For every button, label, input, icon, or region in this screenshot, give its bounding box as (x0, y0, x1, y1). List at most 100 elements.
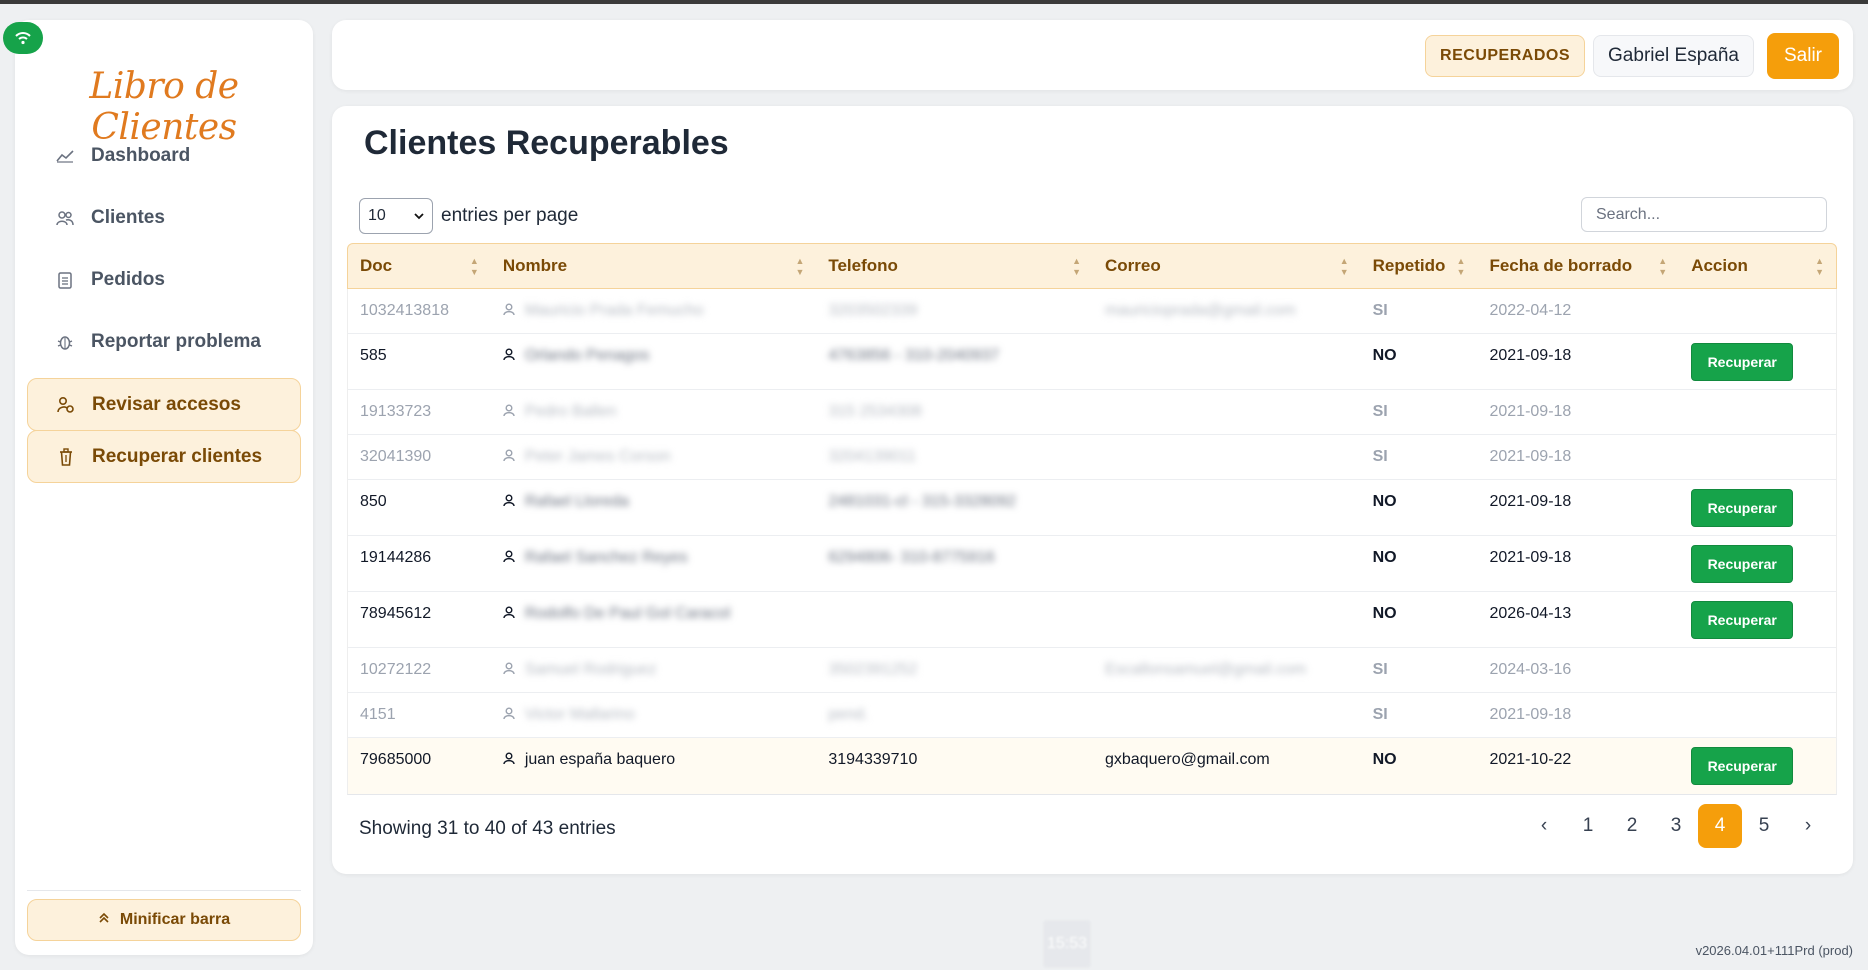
table-body: 1032413818 Mauricio Prada Femucho 32035023… (347, 289, 1837, 795)
cell-doc: 32041390 (360, 448, 432, 465)
main-card: Clientes Recuperables 10 entries per pag… (332, 106, 1853, 874)
recuperar-button[interactable]: Recuperar (1691, 747, 1794, 785)
sidebar-item-dashboard[interactable]: Dashboard (27, 130, 301, 182)
cell-fecha-borrado: 2021-09-18 (1489, 493, 1572, 510)
cell-correo (1093, 390, 1361, 434)
user-menu-button[interactable]: Gabriel España (1593, 35, 1754, 77)
clipboard-icon (55, 270, 75, 290)
cell-telefono-text: pend. (828, 706, 869, 723)
recuperar-button[interactable]: Recuperar (1691, 601, 1794, 639)
cell-nombre: Rafael Sanchez Reyes (491, 536, 817, 591)
table-header: Doc ▲ ▼ Nombre ▲ ▼ Telefono ▲ ▼ Correo ▲ ▼ Repet… (347, 243, 1837, 289)
cell-repetido: SI (1372, 661, 1388, 678)
user-key-icon (56, 395, 76, 415)
cell-correo (1093, 334, 1361, 389)
column-header-doc[interactable]: Doc ▲ ▼ (348, 244, 491, 288)
entries-per-page-select[interactable]: 10 (359, 198, 433, 234)
minify-sidebar-label: Minificar barra (119, 911, 231, 928)
clients-table: Doc ▲ ▼ Nombre ▲ ▼ Telefono ▲ ▼ Correo ▲ ▼ Repet… (347, 243, 1837, 795)
cell-repetido: NO (1372, 493, 1397, 510)
pagination-page-1[interactable]: 1 (1566, 804, 1610, 848)
cell-nombre-text: Rodolfo De Paul Gol Caracol (524, 605, 731, 622)
pagination-page-3[interactable]: 3 (1654, 804, 1698, 848)
person-icon (503, 449, 517, 463)
cell-telefono-text: 3194339710 (828, 751, 918, 768)
column-header-correo[interactable]: Correo ▲ ▼ (1093, 244, 1361, 288)
sidebar-item-label: Clientes (91, 207, 165, 228)
cell-fecha-borrado: 2024-03-16 (1489, 661, 1572, 678)
column-header-repetido[interactable]: Repetido ▲ ▼ (1361, 244, 1478, 288)
pagination-prev[interactable]: ‹ (1522, 804, 1566, 848)
cell-correo: Escallonsamuel@gmail.com (1093, 648, 1361, 692)
sort-icon: ▲ ▼ (1815, 256, 1824, 277)
cell-telefono: 3502391252 (816, 648, 1093, 692)
cell-nombre: Victor Mallarino (491, 693, 817, 737)
cell-telefono: 315 2534308 (816, 390, 1093, 434)
top-header: RECUPERADOS Gabriel España Salir (332, 20, 1853, 90)
sort-icon: ▲ ▼ (1339, 256, 1349, 277)
cell-telefono: 3203502339 (816, 289, 1093, 333)
cell-telefono-text: 3203502339 (828, 302, 918, 319)
recuperar-button[interactable]: Recuperar (1691, 489, 1794, 527)
cell-correo (1093, 480, 1361, 535)
column-header-accion[interactable]: Accion ▲ ▼ (1679, 244, 1836, 288)
pagination-page-5[interactable]: 5 (1742, 804, 1786, 848)
logout-button[interactable]: Salir (1767, 33, 1839, 79)
entries-per-page-label: entries per page (441, 205, 579, 226)
cell-fecha-borrado: 2026-04-13 (1489, 605, 1572, 622)
search-input[interactable]: Search... (1581, 197, 1827, 232)
cell-repetido: NO (1372, 605, 1397, 622)
cell-accion (1679, 648, 1836, 692)
sidebar-item-recuperar-clientes[interactable]: Recuperar clientes (27, 430, 301, 483)
pagination-next[interactable]: › (1786, 804, 1830, 848)
pagination-page-4[interactable]: 4 (1698, 804, 1742, 848)
sidebar-item-pedidos[interactable]: Pedidos (27, 254, 301, 306)
cell-doc: 1032413818 (360, 302, 449, 319)
cell-nombre: Orlando Penagos (491, 334, 817, 389)
person-icon (503, 752, 517, 766)
sidebar-item-label: Pedidos (91, 269, 165, 290)
cell-nombre: Peter James Corson (491, 435, 817, 479)
cell-fecha-borrado: 2021-10-22 (1489, 751, 1572, 768)
cell-nombre-text: Peter James Corson (524, 448, 671, 465)
cell-telefono-text: 4763856 - 310-2040937 (828, 347, 1000, 364)
table-row: 1032413818 Mauricio Prada Femucho 32035023… (348, 289, 1836, 334)
person-icon (503, 348, 517, 362)
entries-select-value: 10 (368, 207, 386, 224)
cell-correo (1093, 435, 1361, 479)
recuperar-button[interactable]: Recuperar (1691, 545, 1794, 583)
cell-fecha-borrado: 2021-09-18 (1489, 706, 1572, 723)
cell-accion (1679, 693, 1836, 737)
cell-fecha-borrado: 2021-09-18 (1489, 403, 1572, 420)
cell-doc: 4151 (360, 706, 396, 723)
window-top-border (0, 0, 1868, 4)
table-row: 19133723 Pedro Ballen 315 2534308 SI 2021-09… (348, 390, 1836, 435)
cell-nombre: juan españa baquero (491, 738, 817, 794)
wifi-status-icon (3, 22, 43, 54)
showing-entries-info: Showing 31 to 40 of 43 entries (359, 818, 616, 839)
cell-telefono (816, 592, 1093, 647)
person-icon (503, 303, 517, 317)
minify-sidebar-button[interactable]: Minificar barra (27, 899, 301, 941)
table-row: 79685000 juan españa baquero 3194339710 gxb… (348, 738, 1836, 794)
column-header-telefono[interactable]: Telefono ▲ ▼ (816, 244, 1093, 288)
pagination-page-2[interactable]: 2 (1610, 804, 1654, 848)
users-icon (55, 208, 75, 228)
cell-doc: 78945612 (360, 605, 432, 622)
column-header-fecha-de-borrado[interactable]: Fecha de borrado ▲ ▼ (1477, 244, 1679, 288)
cell-telefono-text: 315 2534308 (828, 403, 922, 420)
sidebar-item-revisar-accesos[interactable]: Revisar accesos (27, 378, 301, 431)
cell-correo-text: gxbaquero@gmail.com (1104, 751, 1270, 768)
sidebar-item-clientes[interactable]: Clientes (27, 192, 301, 244)
cell-doc: 19133723 (360, 403, 432, 420)
sort-icon: ▲ ▼ (469, 256, 479, 277)
recuperados-button[interactable]: RECUPERADOS (1425, 35, 1585, 77)
cell-telefono: 4763856 - 310-2040937 (816, 334, 1093, 389)
cell-nombre: Mauricio Prada Femucho (491, 289, 817, 333)
cell-repetido: SI (1372, 448, 1388, 465)
cell-correo: gxbaquero@gmail.com (1093, 738, 1361, 794)
column-header-nombre[interactable]: Nombre ▲ ▼ (491, 244, 817, 288)
entries-per-page: 10 entries per page (359, 198, 578, 234)
sidebar-item-reportar-problema[interactable]: Reportar problema (27, 316, 301, 368)
recuperar-button[interactable]: Recuperar (1691, 343, 1794, 381)
